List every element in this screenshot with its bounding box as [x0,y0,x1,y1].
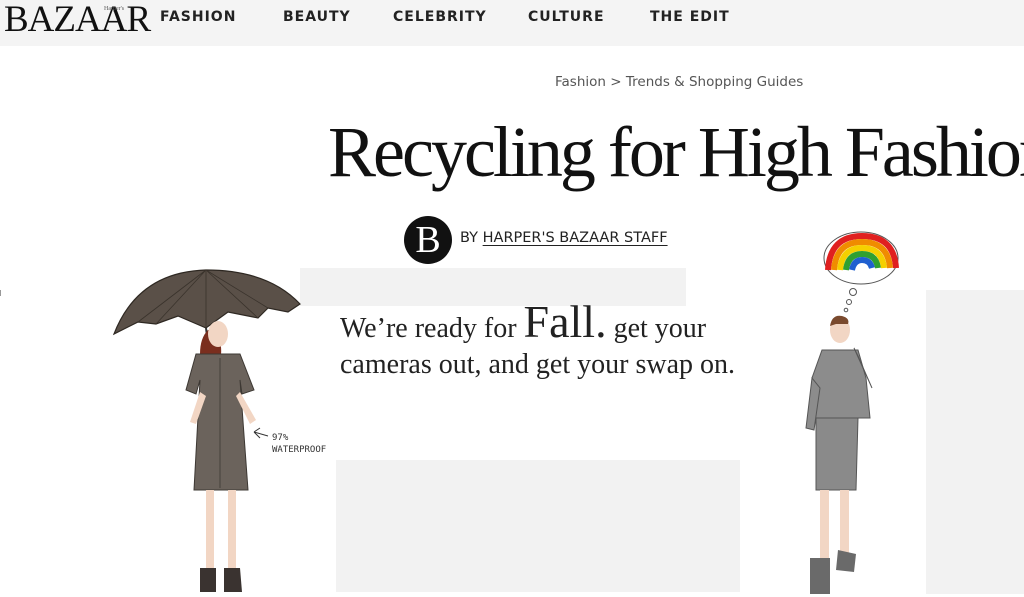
umbrella-woman-illustration [112,269,301,592]
intro-big-word: Fall. [523,296,607,347]
ad-placeholder-top [300,268,686,306]
annotation-label: WATERPROOF [272,445,327,455]
intro-text-1: We’re ready for [340,313,517,344]
site-logo-small: Harper's [104,6,125,12]
top-nav: BAZAAR Harper's FASHION BEAUTY CELEBRITY… [0,0,1024,46]
site-logo[interactable]: BAZAAR [4,0,151,40]
ad-placeholder-bottom [336,460,740,592]
author-link[interactable]: HARPER'S BAZAAR STAFF [483,230,668,246]
article-title: Recycling for High Fashion [328,112,1024,192]
breadcrumb: Fashion > Trends & Shopping Guides [555,74,803,90]
nav-item-culture[interactable]: CULTURE [528,9,605,25]
nav-item-the-edit[interactable]: THE EDIT [650,9,730,25]
byline-prefix: BY [460,230,479,246]
ad-placeholder-right [926,290,1024,594]
nav-item-fashion[interactable]: FASHION [160,9,236,25]
breadcrumb-section[interactable]: Fashion [555,74,606,90]
nav-item-beauty[interactable]: BEAUTY [283,9,351,25]
author-badge-icon: B [404,216,452,264]
article-intro: We’re ready for Fall. get your cameras o… [340,299,740,383]
nav-item-celebrity[interactable]: CELEBRITY [393,9,487,25]
breadcrumb-separator: > [610,74,622,90]
thinking-woman-illustration [805,231,899,594]
edge-marker [0,290,4,296]
breadcrumb-subsection[interactable]: Trends & Shopping Guides [626,74,803,90]
annotation-percent: 97% [272,433,289,443]
byline-text: BY HARPER'S BAZAAR STAFF [460,230,668,246]
waterproof-annotation: 97% WATERPROOF [272,432,326,456]
